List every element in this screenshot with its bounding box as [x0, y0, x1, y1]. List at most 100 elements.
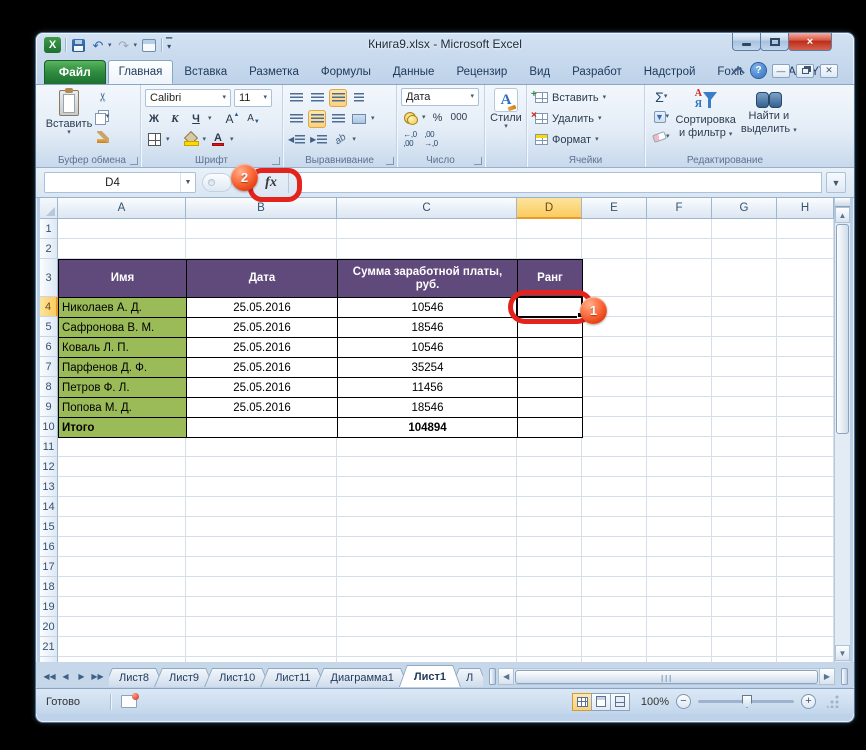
- cell-B11[interactable]: [186, 437, 337, 457]
- cell-H5[interactable]: [777, 317, 834, 337]
- sheet-tab-диаграмма1[interactable]: Диаграмма1: [316, 668, 409, 687]
- cell-G3[interactable]: [712, 259, 777, 297]
- cell-F9[interactable]: [647, 397, 712, 417]
- row-header-8[interactable]: 8: [40, 377, 58, 397]
- copy-button[interactable]: ▾: [94, 108, 112, 126]
- cell-G16[interactable]: [712, 537, 777, 557]
- workbook-restore-button[interactable]: [796, 64, 814, 78]
- styles-button[interactable]: А Стили ▾: [489, 88, 523, 130]
- cell-D1[interactable]: [517, 219, 582, 239]
- dialog-launcher-icon[interactable]: [130, 157, 138, 165]
- cell-H17[interactable]: [777, 557, 834, 577]
- workbook-minimize-button[interactable]: —: [772, 64, 790, 78]
- cell-G9[interactable]: [712, 397, 777, 417]
- align-right-button[interactable]: [329, 110, 347, 128]
- scroll-right-button[interactable]: ▶: [819, 668, 835, 685]
- formula-input[interactable]: [298, 172, 822, 193]
- cell-H1[interactable]: [777, 219, 834, 239]
- cell-A15[interactable]: [58, 517, 186, 537]
- row-header-17[interactable]: 17: [40, 557, 58, 577]
- cell-E2[interactable]: [582, 239, 647, 259]
- cell-C2[interactable]: [337, 239, 517, 259]
- select-all-corner[interactable]: [40, 198, 58, 219]
- table-cell-C10[interactable]: 104894: [337, 417, 518, 438]
- tab-вид[interactable]: Вид: [518, 60, 561, 84]
- cell-D18[interactable]: [517, 577, 582, 597]
- zoom-out-button[interactable]: −: [676, 694, 691, 709]
- page-break-view-button[interactable]: [610, 693, 630, 711]
- vertical-split-handle[interactable]: [835, 198, 850, 207]
- autosum-button[interactable]: Σ▾: [652, 88, 671, 106]
- table-cell-D10[interactable]: [517, 417, 583, 438]
- cell-H12[interactable]: [777, 457, 834, 477]
- font-color-button[interactable]: А: [209, 131, 227, 149]
- cell-E12[interactable]: [582, 457, 647, 477]
- align-left-button[interactable]: [287, 110, 305, 128]
- cell-E7[interactable]: [582, 357, 647, 377]
- align-middle-button[interactable]: [308, 89, 326, 107]
- minimize-button[interactable]: [732, 33, 761, 51]
- font-color-dropdown-icon[interactable]: ▾: [230, 137, 234, 143]
- orientation-button[interactable]: ab: [331, 131, 349, 149]
- row-header-14[interactable]: 14: [40, 497, 58, 517]
- table-cell-B7[interactable]: 25.05.2016: [186, 357, 338, 378]
- table-cell-C5[interactable]: 18546: [337, 317, 518, 338]
- cell-G19[interactable]: [712, 597, 777, 617]
- row-header-4[interactable]: 4: [40, 297, 58, 317]
- help-icon[interactable]: ?: [751, 63, 766, 78]
- cell-A2[interactable]: [58, 239, 186, 259]
- cell-E15[interactable]: [582, 517, 647, 537]
- font-size-combo[interactable]: 11▾: [234, 89, 272, 107]
- tab-главная[interactable]: Главная: [108, 60, 174, 84]
- sheet-tab-лист1[interactable]: Лист1: [399, 665, 461, 687]
- scrollbar-split-handle[interactable]: [841, 668, 848, 685]
- table-cell-B10[interactable]: [186, 417, 338, 438]
- cell-E19[interactable]: [582, 597, 647, 617]
- column-header-A[interactable]: A: [58, 198, 186, 219]
- cell-A12[interactable]: [58, 457, 186, 477]
- cell-F18[interactable]: [647, 577, 712, 597]
- cell-H3[interactable]: [777, 259, 834, 297]
- wrap-text-button[interactable]: [350, 89, 368, 107]
- insert-cells-button[interactable]: Вставить▾: [535, 88, 640, 107]
- cell-H15[interactable]: [777, 517, 834, 537]
- cell-C20[interactable]: [337, 617, 517, 637]
- first-sheet-button[interactable]: ◀◀: [42, 668, 57, 685]
- tab-разработ[interactable]: Разработ: [561, 60, 633, 84]
- cell-H14[interactable]: [777, 497, 834, 517]
- cell-C16[interactable]: [337, 537, 517, 557]
- cell-B2[interactable]: [186, 239, 337, 259]
- table-cell-C8[interactable]: 11456: [337, 377, 518, 398]
- cell-D12[interactable]: [517, 457, 582, 477]
- cell-G7[interactable]: [712, 357, 777, 377]
- row-header-19[interactable]: 19: [40, 597, 58, 617]
- sort-filter-button[interactable]: А Я Сортировкаи фильтр ▾: [676, 88, 736, 146]
- merge-dropdown-icon[interactable]: ▾: [371, 116, 375, 122]
- cell-F16[interactable]: [647, 537, 712, 557]
- table-cell-C3[interactable]: Сумма заработной платы, руб.: [337, 259, 518, 298]
- cell-F21[interactable]: [647, 637, 712, 657]
- cell-B18[interactable]: [186, 577, 337, 597]
- cell-F12[interactable]: [647, 457, 712, 477]
- cell-H19[interactable]: [777, 597, 834, 617]
- cell-F8[interactable]: [647, 377, 712, 397]
- cell-G17[interactable]: [712, 557, 777, 577]
- zoom-slider-thumb[interactable]: [742, 695, 752, 708]
- cell-G10[interactable]: [712, 417, 777, 437]
- cell-G20[interactable]: [712, 617, 777, 637]
- cell-D13[interactable]: [517, 477, 582, 497]
- cell-C1[interactable]: [337, 219, 517, 239]
- cell-H9[interactable]: [777, 397, 834, 417]
- table-cell-A9[interactable]: Попова М. Д.: [58, 397, 187, 418]
- tab-надстрой[interactable]: Надстрой: [633, 60, 707, 84]
- delete-cells-button[interactable]: Удалить▾: [535, 109, 640, 128]
- tab-данные[interactable]: Данные: [382, 60, 446, 84]
- styles-dropdown-icon[interactable]: ▾: [504, 124, 508, 130]
- cell-H18[interactable]: [777, 577, 834, 597]
- cell-H16[interactable]: [777, 537, 834, 557]
- zoom-level[interactable]: 100%: [637, 696, 669, 708]
- tab-формулы[interactable]: Формулы: [310, 60, 382, 84]
- cell-D19[interactable]: [517, 597, 582, 617]
- sheet-tab-лист9[interactable]: Лист9: [154, 668, 214, 687]
- cell-F11[interactable]: [647, 437, 712, 457]
